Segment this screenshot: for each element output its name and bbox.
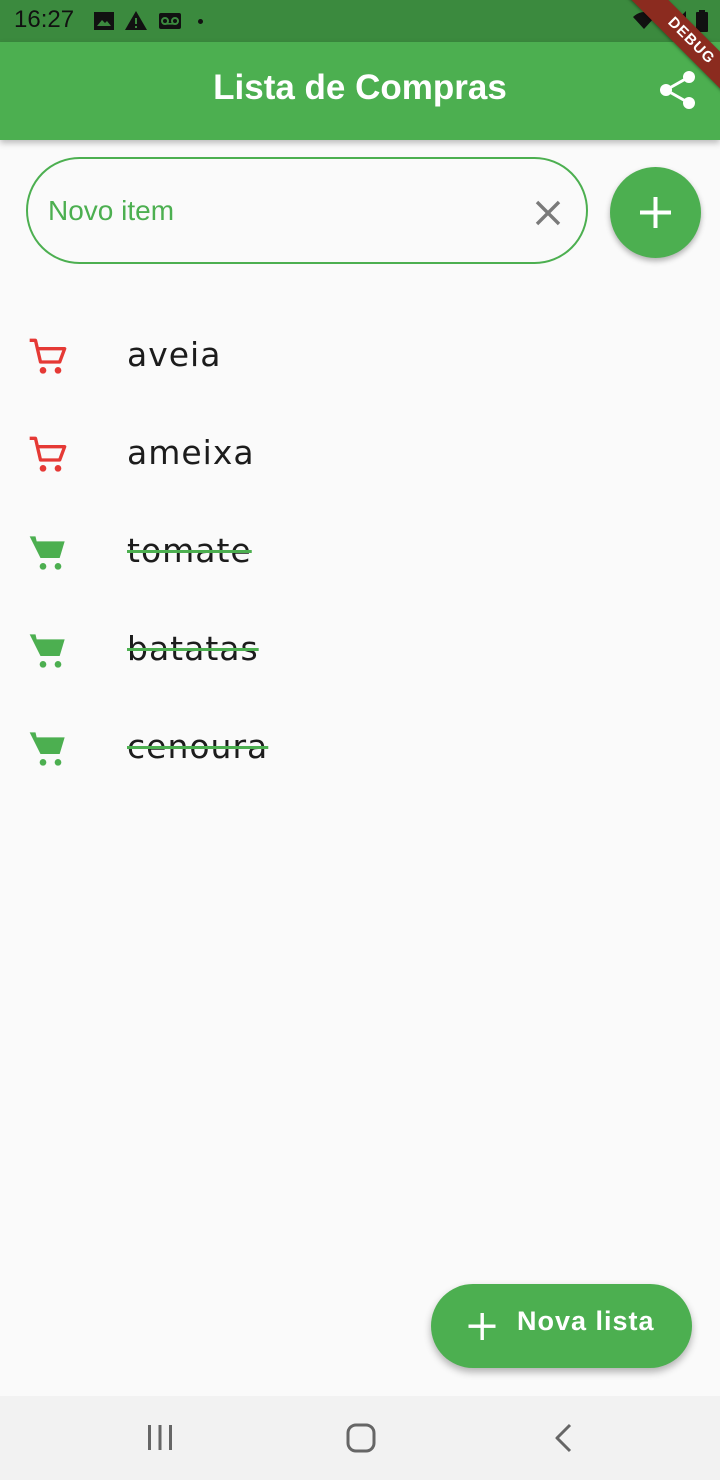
status-time: 16:27 — [14, 6, 75, 33]
voicemail-icon — [159, 13, 181, 29]
close-icon — [535, 200, 561, 226]
shopping-list: aveia ameixa tomate batatas cenoura — [0, 307, 720, 797]
item-label: ameixa — [127, 433, 255, 472]
item-label: tomate — [127, 531, 252, 570]
app-title: Lista de Compras — [213, 68, 507, 107]
notification-dot — [198, 19, 203, 24]
warning-icon — [125, 11, 147, 30]
add-item-button[interactable] — [610, 167, 701, 258]
screen: 16:27 Lista de Compras DEBUG Novo item a… — [0, 0, 720, 1480]
cart-filled-icon — [29, 634, 65, 668]
item-label: batatas — [127, 629, 259, 668]
status-bar: 16:27 — [0, 0, 720, 42]
new-list-label: Nova lista — [517, 1306, 655, 1336]
list-item[interactable]: tomate — [0, 503, 720, 601]
cart-outline-icon — [29, 436, 67, 472]
recent-apps-icon — [148, 1425, 172, 1450]
image-icon — [94, 12, 114, 30]
item-label: cenoura — [127, 727, 269, 766]
back-button[interactable] — [544, 1418, 584, 1458]
list-item[interactable]: batatas — [0, 601, 720, 699]
cart-filled-icon — [29, 732, 65, 766]
plus-icon — [640, 197, 671, 228]
clear-button[interactable] — [530, 195, 566, 231]
share-icon — [660, 71, 695, 109]
app-bar: Lista de Compras — [0, 42, 720, 140]
home-button[interactable] — [341, 1418, 381, 1458]
home-icon — [346, 1423, 376, 1453]
recent-apps-button[interactable] — [140, 1418, 180, 1458]
cart-outline-icon — [29, 338, 67, 374]
item-label: aveia — [127, 335, 222, 374]
list-item[interactable]: aveia — [0, 307, 720, 405]
new-list-button[interactable]: Nova lista — [431, 1284, 692, 1368]
share-button[interactable] — [654, 66, 702, 114]
back-icon — [555, 1423, 572, 1453]
nav-bar — [0, 1396, 720, 1480]
new-item-input[interactable] — [48, 187, 508, 235]
list-item[interactable]: ameixa — [0, 405, 720, 503]
list-item[interactable]: cenoura — [0, 699, 720, 797]
cart-filled-icon — [29, 536, 65, 570]
plus-icon — [468, 1313, 496, 1340]
new-item-field — [26, 157, 588, 264]
